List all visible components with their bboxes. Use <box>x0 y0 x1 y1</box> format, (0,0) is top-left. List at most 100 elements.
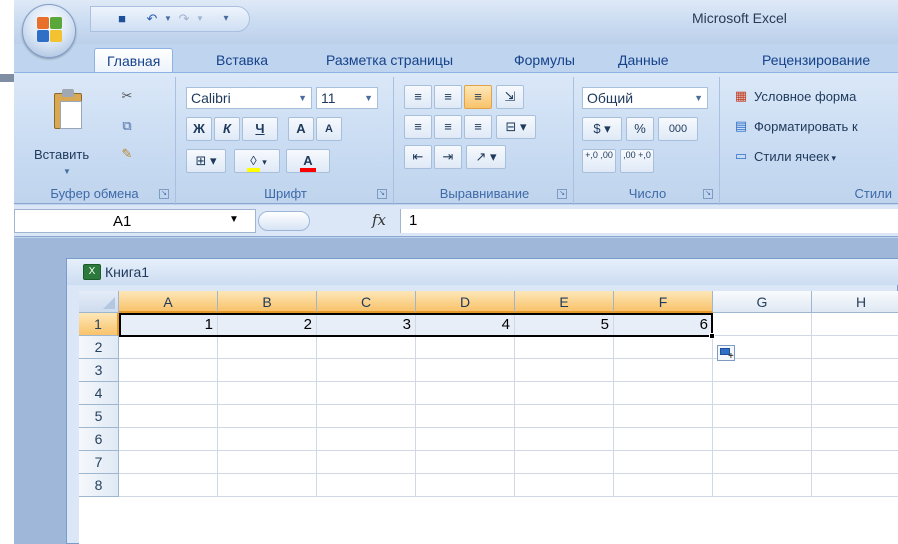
cell-a2[interactable] <box>119 336 218 359</box>
fill-color-button[interactable]: ◊ ▾ <box>234 149 280 173</box>
format-as-table-button[interactable]: Форматировать к <box>754 119 858 134</box>
currency-button[interactable]: $ ▾ <box>582 117 622 141</box>
cell-f1[interactable]: 6 <box>614 313 713 336</box>
spreadsheet-grid[interactable]: A B C D E F G H 1 1 2 3 4 5 6 2 3 4 5 6 7 8 + <box>79 291 898 544</box>
decrease-indent-button[interactable]: ⇤ <box>404 145 432 169</box>
cell-a3[interactable] <box>119 359 218 382</box>
font-launcher-icon[interactable]: ↘ <box>377 189 387 199</box>
column-header-a[interactable]: A <box>119 291 218 313</box>
borders-button[interactable]: ⊞ ▾ <box>186 149 226 173</box>
format-painter-icon[interactable]: ✎ <box>118 145 136 163</box>
cell-e8[interactable] <box>515 474 614 497</box>
cell-e3[interactable] <box>515 359 614 382</box>
cell-f6[interactable] <box>614 428 713 451</box>
cell-a7[interactable] <box>119 451 218 474</box>
column-header-e[interactable]: E <box>515 291 614 313</box>
alignment-launcher-icon[interactable]: ↘ <box>557 189 567 199</box>
cell-h6[interactable] <box>812 428 898 451</box>
cell-f7[interactable] <box>614 451 713 474</box>
cell-a8[interactable] <box>119 474 218 497</box>
wrap-text-button[interactable]: ⇲ <box>496 85 524 109</box>
grow-font-button[interactable]: A <box>288 117 314 141</box>
insert-function-icon[interactable]: fx <box>372 211 386 229</box>
cell-d5[interactable] <box>416 405 515 428</box>
cell-c6[interactable] <box>317 428 416 451</box>
cell-e4[interactable] <box>515 382 614 405</box>
cell-c1[interactable]: 3 <box>317 313 416 336</box>
column-header-d[interactable]: D <box>416 291 515 313</box>
cell-b3[interactable] <box>218 359 317 382</box>
cell-styles-button[interactable]: Стили ячеек ▾ <box>754 149 836 164</box>
tab-formulas[interactable]: Формулы <box>514 52 575 68</box>
cell-g7[interactable] <box>713 451 812 474</box>
cell-a5[interactable] <box>119 405 218 428</box>
row-header-5[interactable]: 5 <box>79 405 119 428</box>
paste-label[interactable]: Вставить <box>34 147 89 162</box>
auto-fill-options-icon[interactable]: + <box>717 345 735 362</box>
font-color-button[interactable]: A <box>286 149 330 173</box>
cell-e7[interactable] <box>515 451 614 474</box>
font-name-dropdown[interactable]: Calibri ▼ <box>186 87 312 109</box>
cell-a1[interactable]: 1 <box>119 313 218 336</box>
cell-d3[interactable] <box>416 359 515 382</box>
customize-qat-icon[interactable]: ▾ <box>217 11 235 27</box>
cell-e2[interactable] <box>515 336 614 359</box>
cut-icon[interactable]: ✂ <box>118 87 136 105</box>
office-button[interactable] <box>22 4 76 58</box>
paste-dropdown-icon[interactable]: ▼ <box>58 163 76 181</box>
cell-c2[interactable] <box>317 336 416 359</box>
column-header-b[interactable]: B <box>218 291 317 313</box>
cell-g5[interactable] <box>713 405 812 428</box>
formula-input[interactable]: 1 <box>400 209 898 233</box>
cell-d4[interactable] <box>416 382 515 405</box>
clipboard-launcher-icon[interactable]: ↘ <box>159 189 169 199</box>
font-size-dropdown[interactable]: 11 ▼ <box>316 87 378 109</box>
cell-h1[interactable] <box>812 313 898 336</box>
cell-h5[interactable] <box>812 405 898 428</box>
orientation-button[interactable]: ↗ ▾ <box>466 145 506 169</box>
row-header-2[interactable]: 2 <box>79 336 119 359</box>
tab-data[interactable]: Данные <box>618 52 669 68</box>
row-header-3[interactable]: 3 <box>79 359 119 382</box>
fill-handle[interactable] <box>709 333 715 339</box>
cell-g6[interactable] <box>713 428 812 451</box>
formula-bar-resize-handle[interactable] <box>258 211 310 231</box>
cell-b4[interactable] <box>218 382 317 405</box>
cell-b1[interactable]: 2 <box>218 313 317 336</box>
cell-d7[interactable] <box>416 451 515 474</box>
column-header-c[interactable]: C <box>317 291 416 313</box>
number-launcher-icon[interactable]: ↘ <box>703 189 713 199</box>
cell-h4[interactable] <box>812 382 898 405</box>
underline-button[interactable]: Ч <box>242 117 278 141</box>
copy-icon[interactable]: ⧉ <box>118 117 136 135</box>
align-right-button[interactable]: ≡ <box>464 115 492 139</box>
percent-button[interactable]: % <box>626 117 654 141</box>
cell-g1[interactable] <box>713 313 812 336</box>
decrease-decimal-button[interactable]: ,00 +,0 <box>620 149 654 173</box>
number-format-dropdown[interactable]: Общий ▼ <box>582 87 708 109</box>
cell-d1[interactable]: 4 <box>416 313 515 336</box>
cell-a6[interactable] <box>119 428 218 451</box>
cell-d2[interactable] <box>416 336 515 359</box>
shrink-font-button[interactable]: A <box>316 117 342 141</box>
cell-h2[interactable] <box>812 336 898 359</box>
cell-h3[interactable] <box>812 359 898 382</box>
cell-g8[interactable] <box>713 474 812 497</box>
italic-button[interactable]: К <box>214 117 240 141</box>
name-box[interactable]: A1 ▼ <box>14 209 256 233</box>
cell-e1[interactable]: 5 <box>515 313 614 336</box>
save-icon[interactable]: ■ <box>113 11 131 27</box>
bold-button[interactable]: Ж <box>186 117 212 141</box>
cell-c7[interactable] <box>317 451 416 474</box>
cell-c3[interactable] <box>317 359 416 382</box>
row-header-1[interactable]: 1 <box>79 313 119 336</box>
cell-c8[interactable] <box>317 474 416 497</box>
cell-b7[interactable] <box>218 451 317 474</box>
row-header-7[interactable]: 7 <box>79 451 119 474</box>
cell-e6[interactable] <box>515 428 614 451</box>
cell-b2[interactable] <box>218 336 317 359</box>
cell-c5[interactable] <box>317 405 416 428</box>
redo-dropdown-icon[interactable]: ▼ <box>191 11 209 27</box>
row-header-8[interactable]: 8 <box>79 474 119 497</box>
merge-center-button[interactable]: ⊟ ▾ <box>496 115 536 139</box>
